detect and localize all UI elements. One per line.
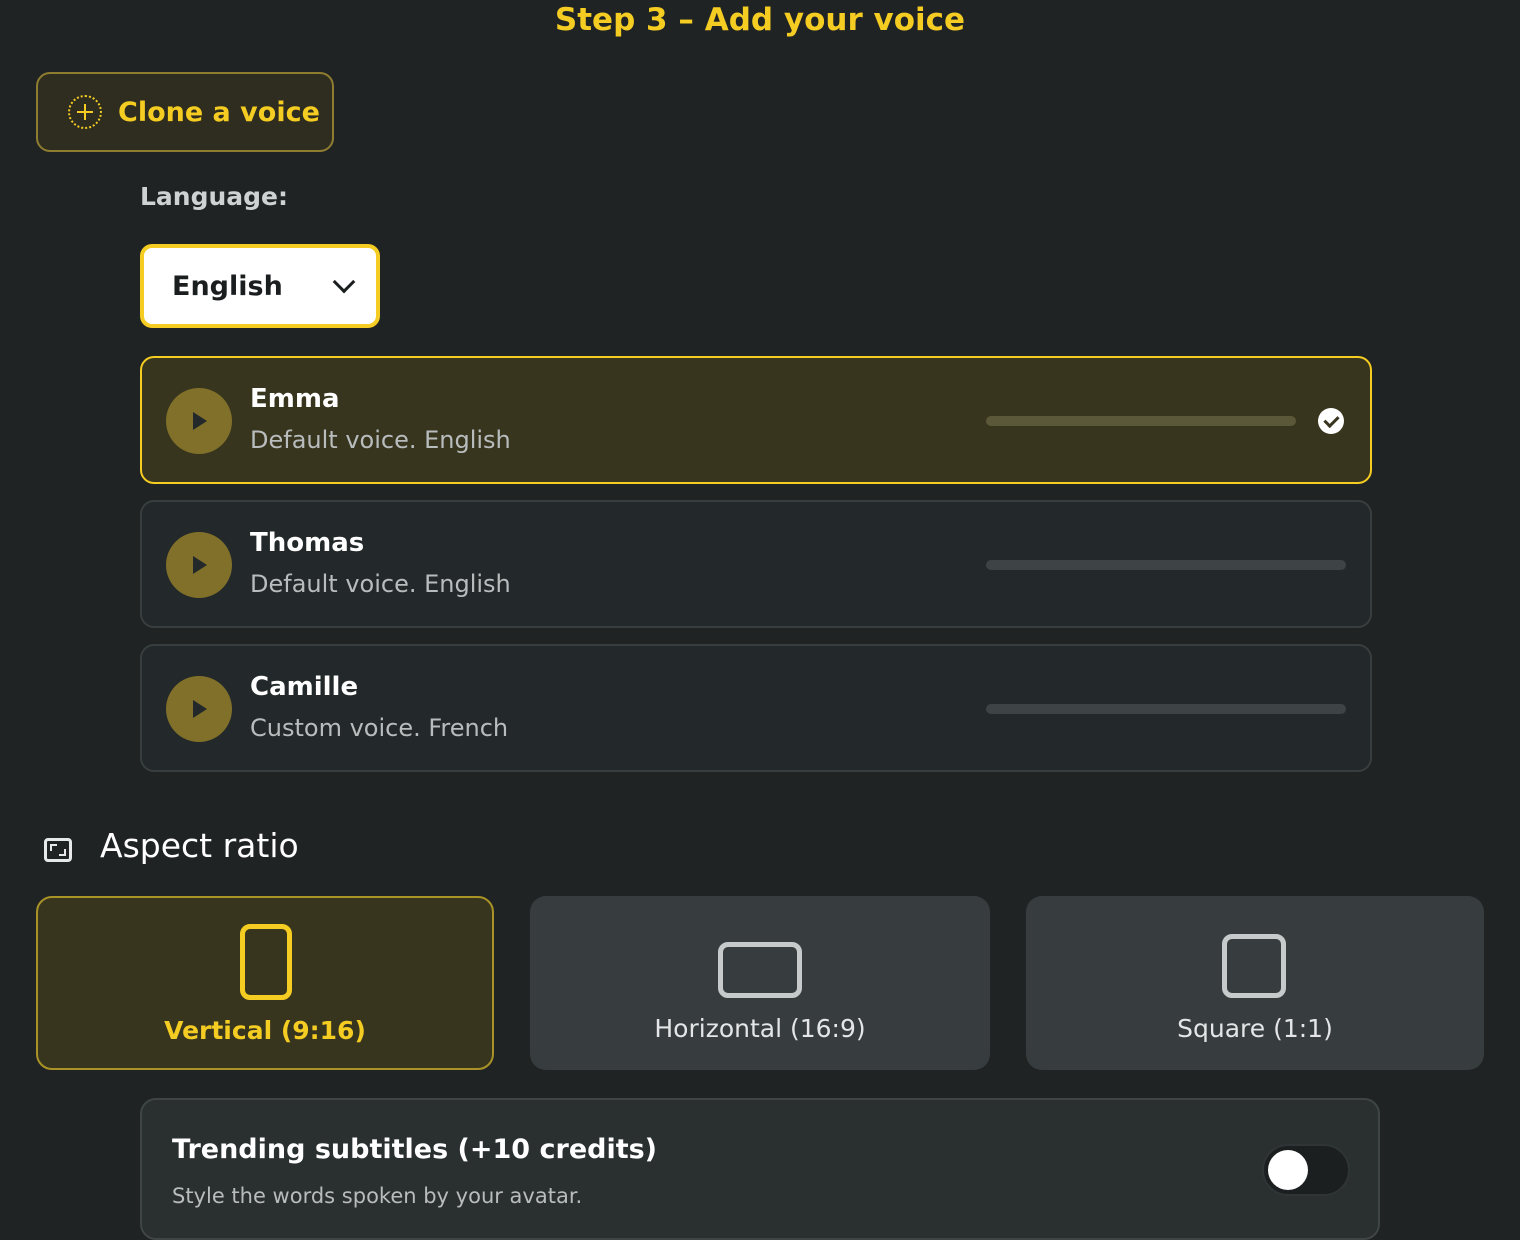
voice-description: Default voice. English — [250, 570, 511, 598]
subtitles-title: Trending subtitles (+10 credits) — [172, 1134, 658, 1165]
toggle-knob — [1268, 1150, 1308, 1190]
aspect-option-vertical[interactable]: Vertical (9:16) — [36, 896, 494, 1070]
voice-card-thomas[interactable]: Thomas Default voice. English — [140, 500, 1372, 628]
voice-name: Emma — [250, 384, 340, 414]
aspect-option-horizontal[interactable]: Horizontal (16:9) — [530, 896, 990, 1070]
play-icon[interactable] — [166, 532, 232, 598]
voice-step-page: Step 3 – Add your voice Clone a voice La… — [0, 0, 1520, 1240]
audio-progress-bar[interactable] — [986, 416, 1296, 426]
subtitles-description: Style the words spoken by your avatar. — [172, 1184, 583, 1208]
subtitles-toggle[interactable] — [1262, 1144, 1350, 1196]
aspect-ratio-icon — [44, 838, 72, 862]
language-selected-value: English — [172, 270, 283, 302]
vertical-rectangle-icon — [240, 924, 292, 1000]
chevron-down-icon — [332, 270, 356, 294]
aspect-option-square[interactable]: Square (1:1) — [1026, 896, 1484, 1070]
voice-card-emma[interactable]: Emma Default voice. English — [140, 356, 1372, 484]
square-icon — [1222, 934, 1286, 998]
horizontal-rectangle-icon — [718, 942, 802, 998]
play-icon[interactable] — [166, 676, 232, 742]
plus-circle-icon — [68, 95, 102, 129]
voice-name: Thomas — [250, 528, 365, 558]
voice-description: Default voice. English — [250, 426, 511, 454]
play-icon[interactable] — [166, 388, 232, 454]
aspect-ratio-title: Aspect ratio — [100, 826, 299, 865]
aspect-option-label: Vertical (9:16) — [164, 1016, 366, 1045]
language-select[interactable]: English — [140, 244, 380, 328]
trending-subtitles-card: Trending subtitles (+10 credits) Style t… — [140, 1098, 1380, 1240]
clone-voice-button[interactable]: Clone a voice — [36, 72, 334, 152]
check-circle-icon — [1318, 408, 1344, 434]
audio-progress-bar[interactable] — [986, 704, 1346, 714]
aspect-option-label: Horizontal (16:9) — [654, 1014, 866, 1043]
aspect-option-label: Square (1:1) — [1177, 1014, 1333, 1043]
clone-voice-label: Clone a voice — [118, 96, 320, 128]
voice-name: Camille — [250, 672, 359, 702]
voice-card-camille[interactable]: Camille Custom voice. French — [140, 644, 1372, 772]
language-label: Language: — [140, 182, 289, 211]
voice-description: Custom voice. French — [250, 714, 509, 742]
step-title: Step 3 – Add your voice — [554, 2, 966, 38]
audio-progress-bar[interactable] — [986, 560, 1346, 570]
